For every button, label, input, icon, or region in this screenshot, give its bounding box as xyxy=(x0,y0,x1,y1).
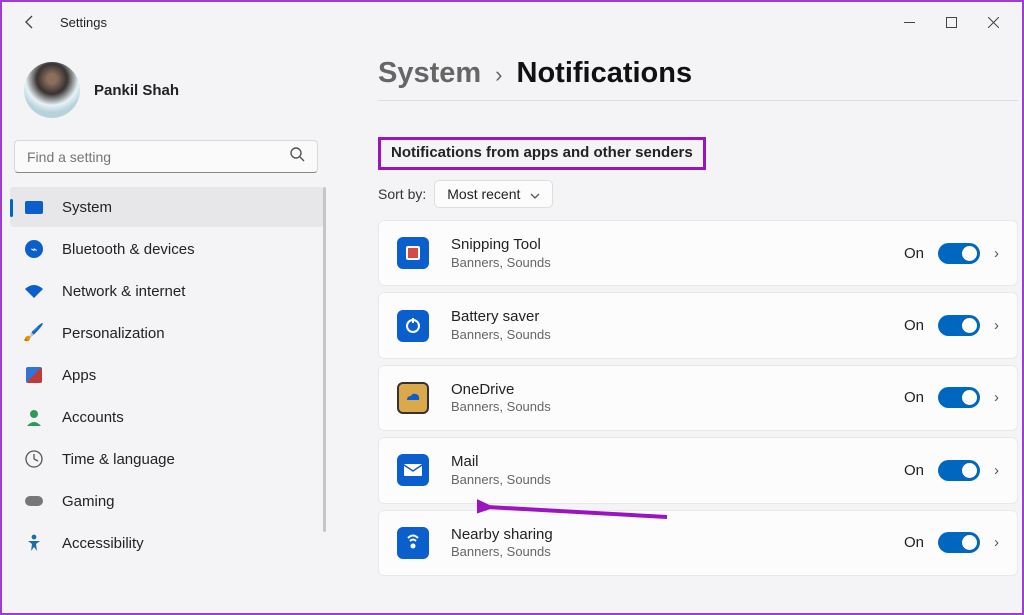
back-button[interactable] xyxy=(10,4,50,40)
app-subtext: Banners, Sounds xyxy=(451,544,904,561)
app-name: Battery saver xyxy=(451,307,904,327)
app-row-mail[interactable]: Mail Banners, Sounds On › xyxy=(378,437,1018,503)
sidebar-item-network[interactable]: Network & internet xyxy=(10,271,324,311)
minimize-button[interactable] xyxy=(888,7,930,37)
toggle-switch[interactable] xyxy=(938,315,980,336)
sidebar-item-accessibility[interactable]: Accessibility xyxy=(10,523,324,563)
toggle-state: On xyxy=(904,245,924,262)
app-subtext: Banners, Sounds xyxy=(451,399,904,416)
gamepad-icon xyxy=(24,491,44,511)
toggle-state: On xyxy=(904,534,924,551)
sidebar-item-label: Accessibility xyxy=(62,535,144,552)
wifi-icon xyxy=(24,281,44,301)
sidebar-item-label: Gaming xyxy=(62,493,115,510)
battery-saver-icon xyxy=(397,310,429,342)
chevron-right-icon[interactable]: › xyxy=(994,389,999,406)
app-name: OneDrive xyxy=(451,380,904,400)
chevron-down-icon xyxy=(530,186,540,202)
app-row-onedrive[interactable]: OneDrive Banners, Sounds On › xyxy=(378,365,1018,431)
breadcrumb: System › Notifications xyxy=(378,57,1002,90)
divider xyxy=(378,100,1018,101)
toggle-switch[interactable] xyxy=(938,460,980,481)
sidebar-scrollbar[interactable] xyxy=(323,187,326,532)
title-bar: Settings xyxy=(2,2,1022,42)
sidebar-item-label: Apps xyxy=(62,367,96,384)
toggle-state: On xyxy=(904,389,924,406)
navigation: System ⌁ Bluetooth & devices Network & i… xyxy=(10,187,324,563)
user-name: Pankil Shah xyxy=(94,82,179,99)
app-list: Snipping Tool Banners, Sounds On › Batte… xyxy=(378,220,1002,576)
nearby-sharing-icon xyxy=(397,527,429,559)
maximize-button[interactable] xyxy=(930,7,972,37)
sidebar-item-bluetooth[interactable]: ⌁ Bluetooth & devices xyxy=(10,229,324,269)
sort-value: Most recent xyxy=(447,186,520,202)
sidebar-item-label: Bluetooth & devices xyxy=(62,241,195,258)
page-title: Notifications xyxy=(517,57,693,90)
chevron-right-icon[interactable]: › xyxy=(994,245,999,262)
onedrive-icon xyxy=(397,382,429,414)
app-name: Nearby sharing xyxy=(451,525,904,545)
breadcrumb-parent[interactable]: System xyxy=(378,57,481,90)
search-input[interactable] xyxy=(27,149,289,165)
snipping-tool-icon xyxy=(397,237,429,269)
sidebar-item-label: Personalization xyxy=(62,325,165,342)
search-icon xyxy=(289,146,305,167)
sidebar-item-accounts[interactable]: Accounts xyxy=(10,397,324,437)
sort-dropdown[interactable]: Most recent xyxy=(434,180,553,208)
sort-row: Sort by: Most recent xyxy=(378,180,1002,208)
brush-icon: 🖌️ xyxy=(24,323,44,343)
person-icon xyxy=(24,407,44,427)
chevron-right-icon[interactable]: › xyxy=(994,317,999,334)
chevron-right-icon: › xyxy=(495,62,502,88)
app-row-snipping-tool[interactable]: Snipping Tool Banners, Sounds On › xyxy=(378,220,1018,286)
chevron-right-icon[interactable]: › xyxy=(994,462,999,479)
toggle-switch[interactable] xyxy=(938,243,980,264)
apps-icon xyxy=(24,365,44,385)
toggle-switch[interactable] xyxy=(938,387,980,408)
sidebar-item-system[interactable]: System xyxy=(10,187,324,227)
sidebar: Pankil Shah System ⌁ Bluetooth & devices… xyxy=(2,42,328,613)
sidebar-item-label: System xyxy=(62,199,112,216)
search-box[interactable] xyxy=(14,140,318,173)
window-controls xyxy=(888,7,1014,37)
app-subtext: Banners, Sounds xyxy=(451,472,904,489)
app-name: Snipping Tool xyxy=(451,235,904,255)
app-subtext: Banners, Sounds xyxy=(451,255,904,272)
sidebar-item-label: Network & internet xyxy=(62,283,185,300)
globe-clock-icon xyxy=(24,449,44,469)
window-title: Settings xyxy=(60,15,107,30)
chevron-right-icon[interactable]: › xyxy=(994,534,999,551)
user-profile[interactable]: Pankil Shah xyxy=(10,42,324,140)
app-subtext: Banners, Sounds xyxy=(451,327,904,344)
accessibility-icon xyxy=(24,533,44,553)
sort-label: Sort by: xyxy=(378,186,426,202)
app-row-nearby-sharing[interactable]: Nearby sharing Banners, Sounds On › xyxy=(378,510,1018,576)
sidebar-item-personalization[interactable]: 🖌️ Personalization xyxy=(10,313,324,353)
sidebar-item-time-language[interactable]: Time & language xyxy=(10,439,324,479)
toggle-switch[interactable] xyxy=(938,532,980,553)
toggle-state: On xyxy=(904,317,924,334)
sidebar-item-apps[interactable]: Apps xyxy=(10,355,324,395)
system-icon xyxy=(24,197,44,217)
sidebar-item-label: Time & language xyxy=(62,451,175,468)
sidebar-item-label: Accounts xyxy=(62,409,124,426)
close-button[interactable] xyxy=(972,7,1014,37)
sidebar-item-gaming[interactable]: Gaming xyxy=(10,481,324,521)
mail-icon xyxy=(397,454,429,486)
app-name: Mail xyxy=(451,452,904,472)
bluetooth-icon: ⌁ xyxy=(24,239,44,259)
avatar xyxy=(24,62,80,118)
toggle-state: On xyxy=(904,462,924,479)
section-heading: Notifications from apps and other sender… xyxy=(378,137,706,170)
main-content: System › Notifications Notifications fro… xyxy=(328,42,1022,613)
app-row-battery-saver[interactable]: Battery saver Banners, Sounds On › xyxy=(378,292,1018,358)
